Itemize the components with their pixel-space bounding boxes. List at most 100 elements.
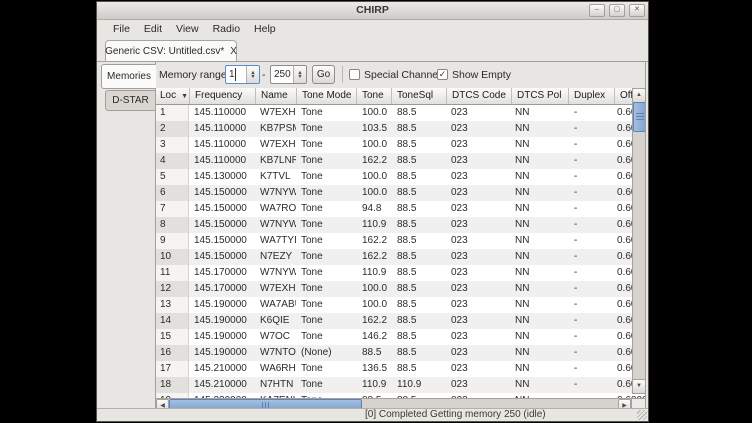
cell-loc[interactable]: 6 (156, 185, 189, 201)
cell-name[interactable]: W7EXH (255, 281, 296, 297)
loc-dropdown-icon[interactable]: ▼ (181, 93, 188, 100)
table-row[interactable]: 4145.110000KB7LNRTone162.288.5023NN-0.60… (156, 153, 645, 169)
cell-tonesql[interactable]: 88.5 (391, 105, 446, 121)
cell-duplex[interactable]: - (568, 217, 614, 233)
cell-frequency[interactable]: 145.150000 (189, 249, 255, 265)
cell-tone-mode[interactable]: Tone (296, 169, 356, 185)
tab-close-button[interactable]: X (230, 46, 237, 57)
cell-dtcs-code[interactable]: 023 (446, 297, 511, 313)
cell-duplex[interactable]: - (568, 361, 614, 377)
cell-name[interactable]: WA6RHK (255, 361, 296, 377)
cell-dtcs-pol[interactable]: NN (511, 345, 568, 361)
cell-name[interactable]: N7EZY (255, 249, 296, 265)
cell-tone-mode[interactable]: Tone (296, 121, 356, 137)
document-tab[interactable]: Generic CSV: Untitled.csv* X (105, 40, 237, 61)
cell-dtcs-code[interactable]: 023 (446, 233, 511, 249)
cell-tone-mode[interactable]: Tone (296, 313, 356, 329)
table-row[interactable]: 16145.190000W7NTO(None)88.588.5023NN-0.6… (156, 345, 645, 361)
cell-dtcs-code[interactable]: 023 (446, 361, 511, 377)
cell-duplex[interactable]: - (568, 345, 614, 361)
cell-tonesql[interactable]: 88.5 (391, 217, 446, 233)
cell-duplex[interactable]: - (568, 121, 614, 137)
cell-duplex[interactable]: - (568, 153, 614, 169)
cell-duplex[interactable]: - (568, 329, 614, 345)
cell-tonesql[interactable]: 88.5 (391, 137, 446, 153)
table-row[interactable]: 1145.110000W7EXHTone100.088.5023NN-0.600… (156, 105, 645, 121)
cell-tonesql[interactable]: 88.5 (391, 121, 446, 137)
cell-name[interactable]: W7NTO (255, 345, 296, 361)
cell-dtcs-code[interactable]: 023 (446, 377, 511, 393)
cell-frequency[interactable]: 145.110000 (189, 105, 255, 121)
cell-tone-mode[interactable]: Tone (296, 281, 356, 297)
cell-dtcs-code[interactable]: 023 (446, 169, 511, 185)
cell-tonesql[interactable]: 88.5 (391, 153, 446, 169)
cell-loc[interactable]: 10 (156, 249, 189, 265)
table-row[interactable]: 17145.210000WA6RHKTone136.588.5023NN-0.6… (156, 361, 645, 377)
cell-dtcs-pol[interactable]: NN (511, 281, 568, 297)
cell-tonesql[interactable]: 88.5 (391, 233, 446, 249)
cell-dtcs-pol[interactable]: NN (511, 105, 568, 121)
cell-tone-mode[interactable]: Tone (296, 377, 356, 393)
cell-tonesql[interactable]: 88.5 (391, 201, 446, 217)
cell-tone-mode[interactable]: Tone (296, 137, 356, 153)
memory-range-start-input[interactable]: 1 ▲▼ (225, 65, 260, 84)
cell-dtcs-pol[interactable]: NN (511, 233, 568, 249)
cell-tonesql[interactable]: 88.5 (391, 249, 446, 265)
cell-tonesql[interactable]: 88.5 (391, 313, 446, 329)
cell-tone-mode[interactable]: Tone (296, 297, 356, 313)
column-header-tone[interactable]: Tone (356, 88, 391, 104)
cell-dtcs-code[interactable]: 023 (446, 281, 511, 297)
cell-tone[interactable]: 100.0 (356, 137, 391, 153)
cell-dtcs-pol[interactable]: NN (511, 201, 568, 217)
cell-tonesql[interactable]: 88.5 (391, 265, 446, 281)
cell-tone[interactable]: 110.9 (356, 265, 391, 281)
cell-frequency[interactable]: 145.150000 (189, 217, 255, 233)
cell-frequency[interactable]: 145.150000 (189, 233, 255, 249)
cell-tone-mode[interactable]: Tone (296, 265, 356, 281)
cell-tonesql[interactable]: 88.5 (391, 281, 446, 297)
cell-duplex[interactable]: - (568, 233, 614, 249)
cell-loc[interactable]: 5 (156, 169, 189, 185)
cell-tonesql[interactable]: 88.5 (391, 361, 446, 377)
cell-loc[interactable]: 17 (156, 361, 189, 377)
cell-tonesql[interactable]: 88.5 (391, 329, 446, 345)
menu-help[interactable]: Help (247, 20, 283, 38)
special-channels-checkbox[interactable]: ✓ (349, 69, 360, 80)
cell-tone-mode[interactable]: Tone (296, 105, 356, 121)
cell-loc[interactable]: 9 (156, 233, 189, 249)
titlebar[interactable]: CHIRP – ▢ ✕ (97, 2, 648, 20)
cell-frequency[interactable]: 145.210000 (189, 361, 255, 377)
cell-name[interactable]: K7TVL (255, 169, 296, 185)
tab-dstar[interactable]: D-STAR (105, 90, 156, 111)
memory-range-end-input[interactable]: 250 ▲▼ (270, 65, 307, 84)
cell-loc[interactable]: 8 (156, 217, 189, 233)
cell-name[interactable]: W7EXH (255, 105, 296, 121)
cell-loc[interactable]: 13 (156, 297, 189, 313)
table-row[interactable]: 12145.170000W7EXHTone100.088.5023NN-0.60… (156, 281, 645, 297)
cell-loc[interactable]: 4 (156, 153, 189, 169)
cell-frequency[interactable]: 145.190000 (189, 313, 255, 329)
cell-dtcs-pol[interactable]: NN (511, 329, 568, 345)
column-header-frequency[interactable]: Frequency (189, 88, 255, 104)
cell-loc[interactable]: 18 (156, 377, 189, 393)
resize-grip[interactable] (637, 410, 647, 420)
cell-tone[interactable]: 103.5 (356, 121, 391, 137)
cell-tone[interactable]: 136.5 (356, 361, 391, 377)
cell-dtcs-code[interactable]: 023 (446, 249, 511, 265)
cell-name[interactable]: WA7ROB (255, 201, 296, 217)
cell-tone-mode[interactable]: Tone (296, 361, 356, 377)
cell-frequency[interactable]: 145.170000 (189, 281, 255, 297)
table-row[interactable]: 18145.210000N7HTNTone110.9110.9023NN-0.6… (156, 377, 645, 393)
table-row[interactable]: 3145.110000W7EXHTone100.088.5023NN-0.600… (156, 137, 645, 153)
cell-dtcs-pol[interactable]: NN (511, 361, 568, 377)
spinner-buttons[interactable]: ▲▼ (246, 66, 259, 83)
cell-duplex[interactable]: - (568, 105, 614, 121)
cell-tone[interactable]: 100.0 (356, 185, 391, 201)
cell-frequency[interactable]: 145.150000 (189, 201, 255, 217)
table-row[interactable]: 10145.150000N7EZYTone162.288.5023NN-0.60… (156, 249, 645, 265)
cell-frequency[interactable]: 145.210000 (189, 377, 255, 393)
scroll-up-button[interactable]: ▲ (632, 88, 646, 103)
cell-dtcs-pol[interactable]: NN (511, 265, 568, 281)
table-row[interactable]: 6145.150000W7NYWTone100.088.5023NN-0.600… (156, 185, 645, 201)
vertical-scrollbar-thumb[interactable] (633, 102, 646, 132)
